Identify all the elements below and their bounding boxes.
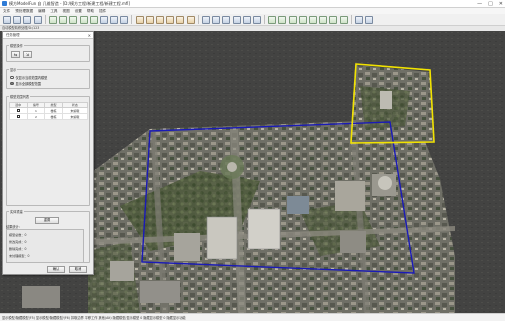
radio-button[interactable] — [10, 75, 14, 80]
swap-button[interactable]: ⇆ — [11, 51, 20, 58]
bucket-icon[interactable] — [252, 15, 261, 24]
table-row[interactable]: 2 楼栋 未编辑 — [9, 113, 89, 120]
paint-icon[interactable] — [212, 15, 221, 24]
terrain-icon[interactable] — [309, 15, 317, 24]
ok-button[interactable]: 确认 — [47, 266, 65, 273]
menu-settings[interactable]: 设置 — [75, 9, 82, 14]
toolbar-separator — [264, 15, 266, 24]
stats-box: 模型总数：0 修改完成：0 删除完成：0 未处理模型：0 — [6, 229, 84, 263]
pan-icon[interactable] — [59, 15, 68, 24]
zoom-icon[interactable] — [69, 15, 78, 24]
ops-group: 模型操作 ⇆ ⇲ — [6, 43, 90, 62]
radio-all-ranges[interactable]: 显示全部模型范围 — [10, 81, 41, 86]
top-view-icon[interactable] — [89, 15, 98, 24]
texture-icon[interactable] — [201, 15, 210, 24]
toolbar-separator — [350, 15, 352, 24]
row-id: 2 — [26, 113, 46, 120]
display-group-label: 显示 — [9, 67, 18, 72]
menu-help[interactable]: 帮助 — [87, 9, 94, 14]
row-status: 未编辑 — [61, 113, 89, 120]
cancel-button[interactable]: 取消 — [69, 266, 87, 273]
save-icon[interactable] — [23, 15, 32, 24]
draw-area-icon[interactable] — [156, 15, 164, 24]
radio-button-selected[interactable] — [10, 81, 14, 86]
radio-label: 仅显示当前范围内模型 — [15, 76, 48, 80]
pointcloud-icon[interactable] — [319, 15, 328, 24]
ops-group-label: 模型操作 — [9, 43, 24, 48]
panel-close-icon[interactable]: ✕ — [88, 32, 91, 39]
close-icon[interactable]: ✕ — [499, 1, 503, 7]
maximize-icon[interactable]: □ — [488, 1, 493, 7]
render-icon[interactable] — [329, 15, 338, 24]
menu-view[interactable]: 视图 — [63, 9, 70, 14]
rebuild-group-label: 实体重建 — [9, 209, 24, 214]
minimize-icon[interactable]: — — [477, 1, 482, 7]
cut-icon[interactable] — [186, 15, 195, 24]
stat-line: 模型总数：0 — [9, 233, 27, 237]
row-checkbox[interactable] — [16, 108, 20, 112]
info-icon[interactable] — [365, 15, 374, 24]
layer-icon[interactable] — [242, 15, 251, 24]
display-group: 显示 仅显示当前范围内模型 显示全部模型范围 — [6, 67, 90, 89]
select-icon[interactable] — [99, 15, 108, 24]
app-icon — [2, 1, 7, 6]
window-title: 模方ModelFun 自 几维智造 - [D:/模方工程/新建工程/新建工程.m… — [9, 0, 130, 6]
stat-line: 未处理模型：0 — [9, 254, 30, 258]
export-icon[interactable] — [33, 15, 42, 24]
radio-label: 显示全部模型范围 — [15, 82, 42, 86]
rotate-icon[interactable] — [48, 15, 57, 24]
fit-view-icon[interactable] — [79, 15, 88, 24]
toolbar-separator — [131, 15, 133, 24]
menu-preprocess[interactable]: 预处理数据 — [15, 9, 33, 14]
measure-icon[interactable] — [135, 15, 144, 24]
draw-line-icon[interactable] — [145, 15, 154, 24]
road-icon[interactable] — [288, 15, 297, 24]
snapshot-icon[interactable] — [339, 15, 348, 24]
tree-icon[interactable] — [278, 15, 287, 24]
task-panel: 任务管理 ✕ 模型操作 ⇆ ⇲ 显示 仅显示当前范围内模型 显示全部模型范围 模… — [2, 31, 94, 275]
menu-plugins[interactable]: 插件 — [99, 9, 106, 14]
menu-edit[interactable]: 编辑 — [38, 9, 45, 14]
reset-button[interactable]: 重置 — [35, 217, 59, 224]
settings-icon[interactable] — [354, 15, 363, 24]
title-bar: 模方ModelFun 自 几维智造 - [D:/模方工程/新建工程/新建工程.m… — [0, 0, 505, 8]
stat-line: 删除完成：0 — [9, 247, 27, 251]
range-table: 选中 编号 类型 状态 1 楼栋 未编辑 2 楼栋 未编辑 — [9, 102, 89, 120]
polygon-icon[interactable] — [120, 15, 129, 24]
toolbar-separator — [44, 15, 46, 24]
menu-file[interactable]: 文件 — [3, 9, 10, 14]
row-checkbox[interactable] — [16, 114, 20, 118]
range-list-group: 模型范围列表 选中 编号 类型 状态 1 楼栋 未编辑 2 楼栋 未编辑 — [6, 94, 90, 206]
lasso-icon[interactable] — [110, 15, 119, 24]
toolbar — [0, 14, 505, 26]
status-bar: 显示模型/隐藏模型(F5) 显示模型/隐藏模型/(F6) 扣取边界 平移工作 其… — [0, 313, 505, 321]
stat-line: 修改完成：0 — [9, 240, 27, 244]
resize-button[interactable]: ⇲ — [23, 51, 32, 58]
menu-tools[interactable]: 工具 — [50, 9, 57, 14]
row-type: 楼栋 — [44, 113, 63, 120]
grid-icon[interactable] — [222, 15, 231, 24]
flatten-icon[interactable] — [176, 15, 185, 24]
radio-current-range[interactable]: 仅显示当前范围内模型 — [10, 75, 47, 80]
toolbar-separator — [197, 15, 199, 24]
open-icon[interactable] — [13, 15, 22, 24]
panel-title-bar[interactable]: 任务管理 ✕ — [3, 32, 93, 39]
mesh-icon[interactable] — [232, 15, 241, 24]
range-list-label: 模型范围列表 — [9, 94, 31, 99]
row-checkbox-cell[interactable] — [9, 113, 28, 120]
panel-title: 任务管理 — [6, 33, 20, 37]
building-icon[interactable] — [268, 15, 277, 24]
water-icon[interactable] — [298, 15, 307, 24]
new-project-icon[interactable] — [3, 15, 11, 24]
extrude-icon[interactable] — [166, 15, 175, 24]
window-controls: — □ ✕ — [477, 0, 503, 8]
